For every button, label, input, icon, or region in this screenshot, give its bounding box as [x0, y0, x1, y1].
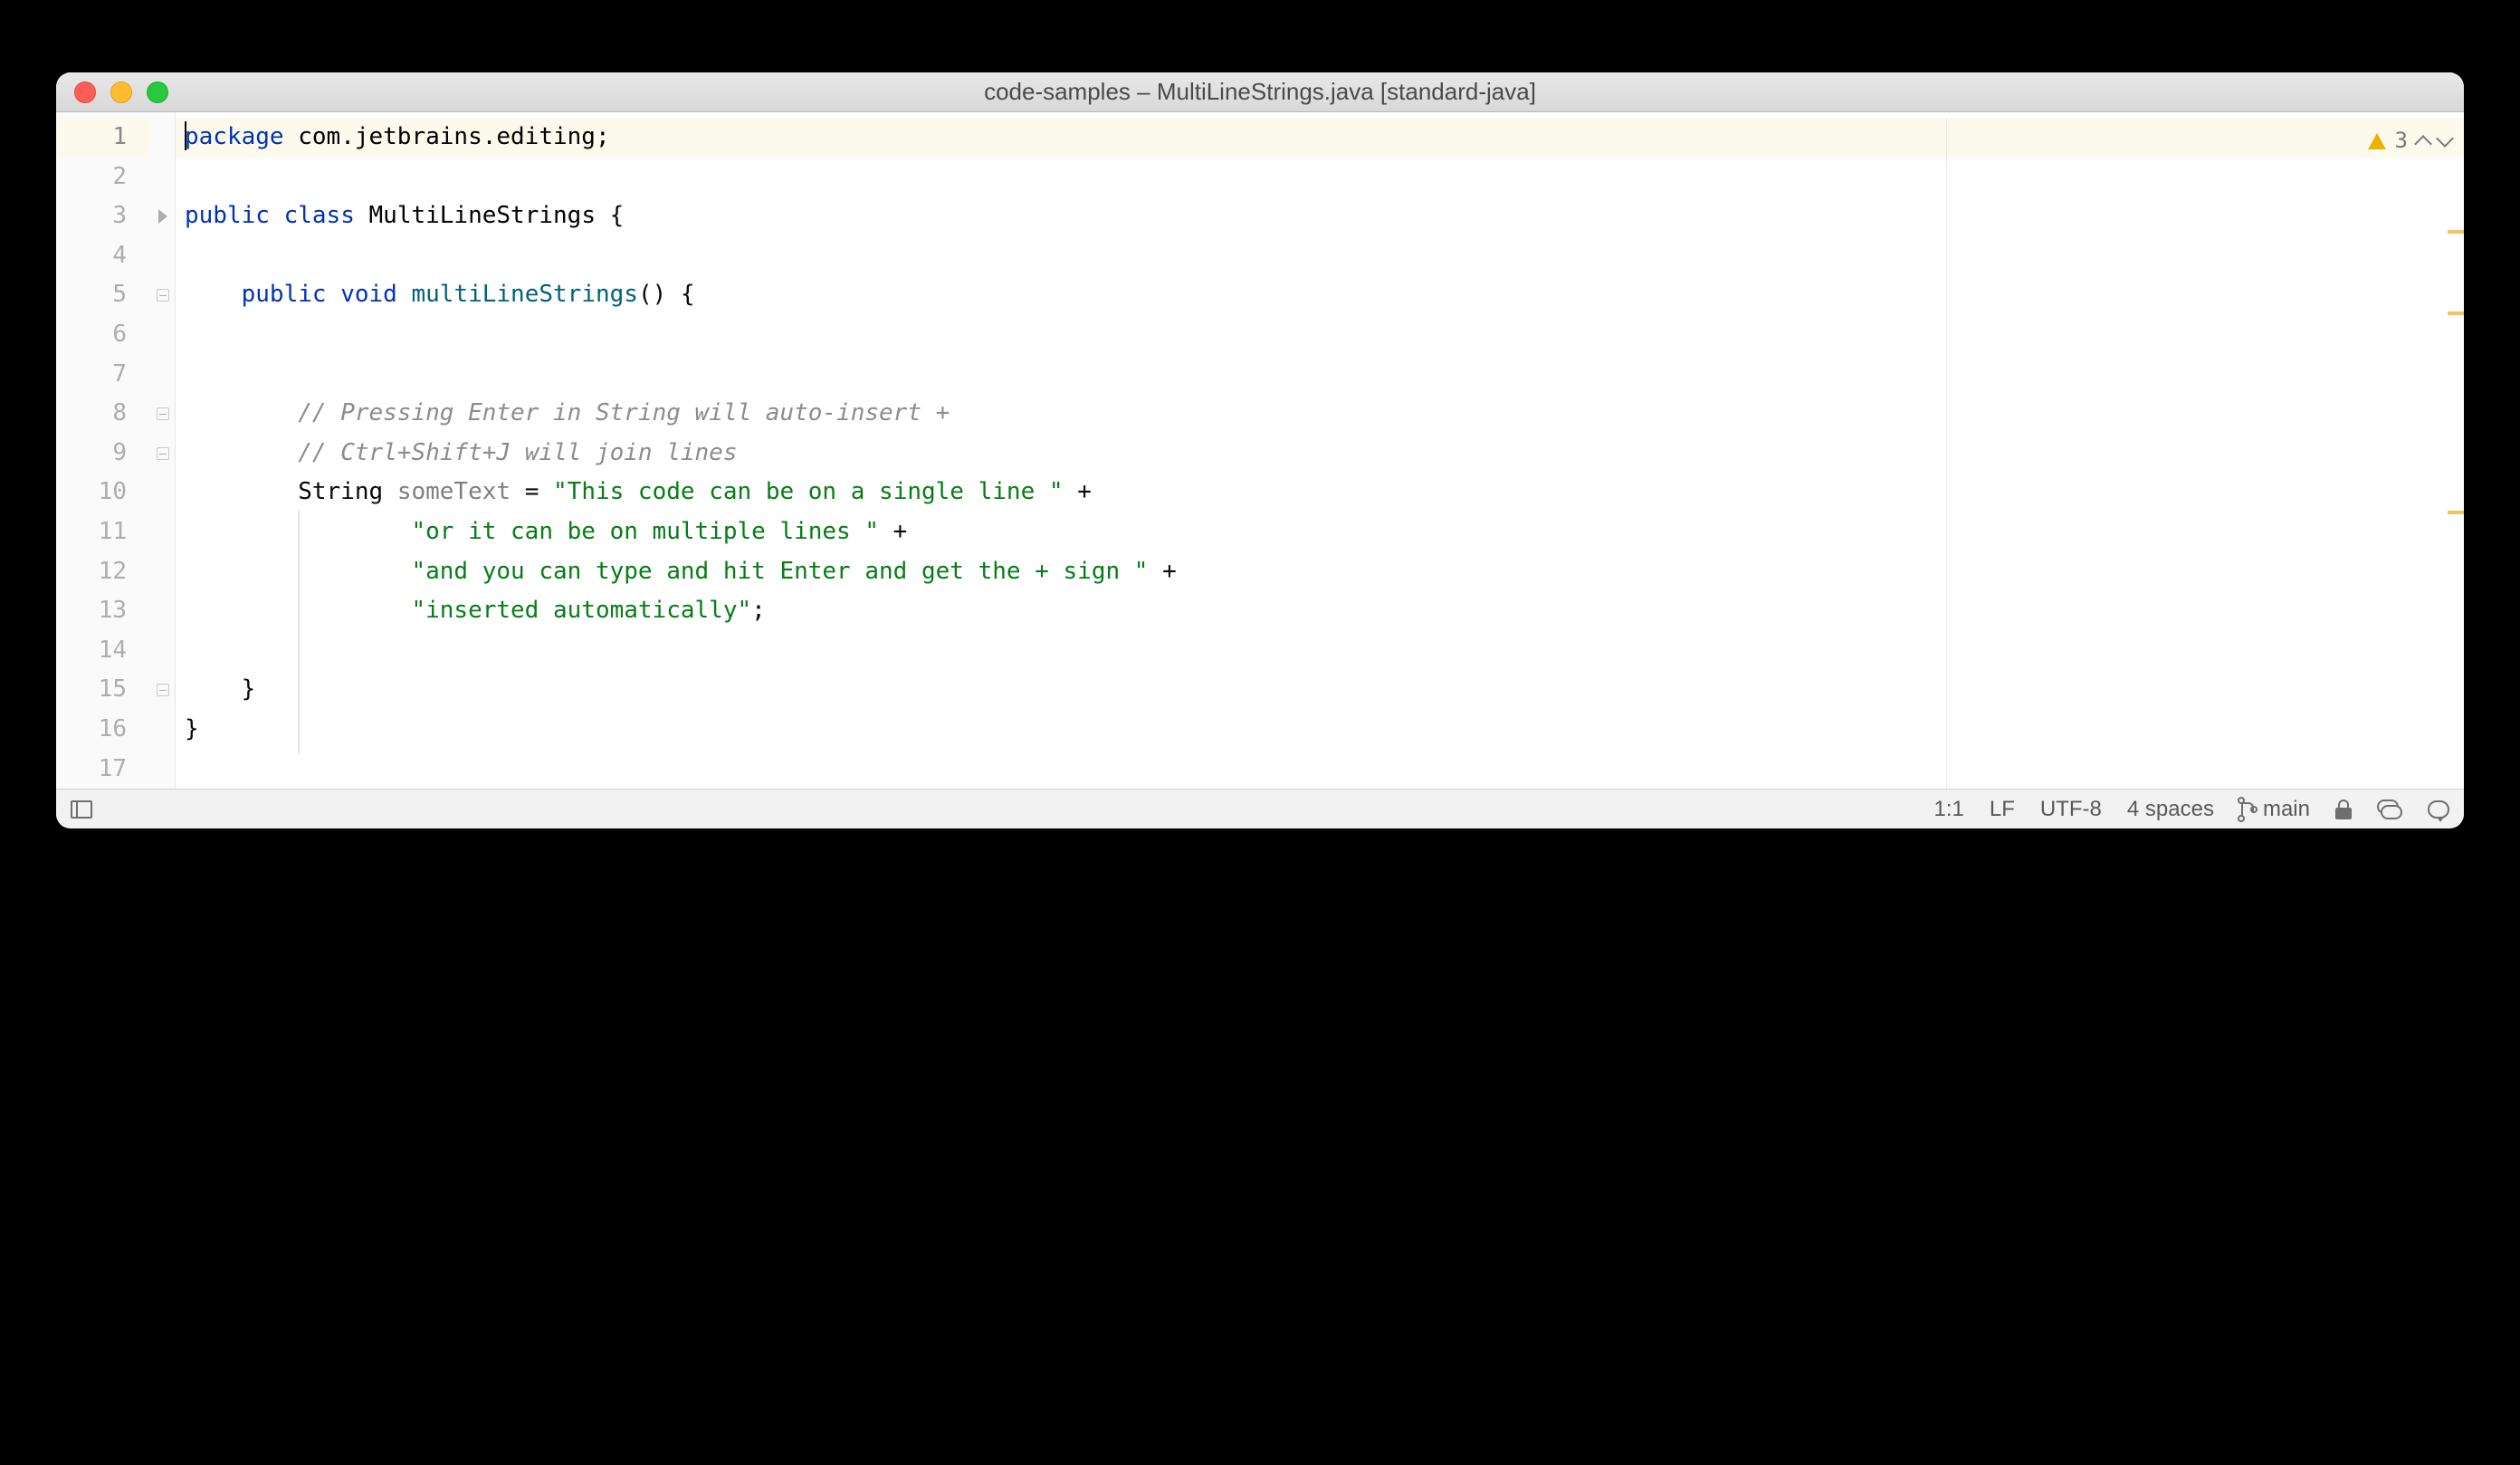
readonly-lock-icon[interactable]	[2335, 800, 2352, 819]
tool-windows-toggle-icon[interactable]	[71, 800, 92, 819]
warning-count: 3	[2395, 121, 2408, 161]
fold-collapse-icon[interactable]	[157, 407, 169, 420]
warning-marker[interactable]	[2448, 511, 2464, 514]
cursor-position[interactable]: 1:1	[1934, 797, 1964, 822]
fold-guide	[298, 511, 300, 753]
line-number-gutter[interactable]: 1 2 3 4 5 6 7 8 9 10 11 12 13 14 15 16 1…	[56, 112, 150, 789]
line-number[interactable]: 9	[56, 434, 150, 474]
code-line[interactable]: // Ctrl+Shift+J will join lines	[185, 434, 2464, 474]
error-stripe[interactable]	[2446, 112, 2464, 789]
line-number[interactable]: 14	[56, 631, 150, 671]
window-title: code-samples – MultiLineStrings.java [st…	[984, 78, 1536, 106]
code-line[interactable]	[185, 315, 2464, 355]
code-line[interactable]	[185, 355, 2464, 395]
line-number[interactable]: 5	[56, 275, 150, 315]
file-encoding[interactable]: UTF-8	[2040, 797, 2102, 822]
right-margin-line	[1946, 118, 1947, 789]
git-branch-widget[interactable]: main	[2239, 797, 2310, 822]
branch-icon	[2239, 799, 2256, 820]
line-number[interactable]: 1	[56, 118, 150, 158]
inspection-widget[interactable]: 3	[2368, 121, 2451, 161]
code-line[interactable]: "inserted automatically";	[185, 591, 2464, 631]
indent-setting[interactable]: 4 spaces	[2127, 797, 2214, 822]
line-separator[interactable]: LF	[1990, 797, 2015, 822]
text-cursor	[185, 121, 186, 150]
line-number[interactable]: 16	[56, 710, 150, 750]
line-number[interactable]: 12	[56, 552, 150, 592]
minimize-window-button[interactable]	[110, 81, 132, 103]
close-window-button[interactable]	[74, 81, 96, 103]
line-number[interactable]: 4	[56, 236, 150, 276]
fold-collapse-icon[interactable]	[157, 684, 169, 696]
line-number[interactable]: 17	[56, 750, 150, 790]
status-bar: 1:1 LF UTF-8 4 spaces main	[56, 789, 2464, 828]
prev-highlight-button[interactable]	[2414, 135, 2432, 153]
fold-arrow-icon[interactable]	[158, 209, 167, 224]
warning-icon	[2368, 133, 2386, 149]
code-line[interactable]: }	[185, 670, 2464, 710]
ide-window: code-samples – MultiLineStrings.java [st…	[56, 72, 2464, 828]
code-line[interactable]: package com.jetbrains.editing;	[176, 118, 2464, 158]
titlebar[interactable]: code-samples – MultiLineStrings.java [st…	[56, 72, 2464, 112]
fold-gutter[interactable]	[150, 112, 176, 789]
code-line[interactable]: "and you can type and hit Enter and get …	[185, 552, 2464, 592]
editor: 1 2 3 4 5 6 7 8 9 10 11 12 13 14 15 16 1…	[56, 112, 2464, 789]
code-line[interactable]	[185, 158, 2464, 197]
line-number[interactable]: 10	[56, 473, 150, 512]
line-number[interactable]: 6	[56, 315, 150, 355]
code-line[interactable]	[185, 236, 2464, 276]
fold-collapse-icon[interactable]	[157, 289, 169, 302]
warning-marker[interactable]	[2448, 230, 2464, 234]
warning-marker[interactable]	[2448, 311, 2464, 315]
code-line[interactable]: }	[185, 710, 2464, 750]
fold-collapse-icon[interactable]	[157, 447, 169, 460]
code-line[interactable]	[185, 750, 2464, 790]
line-number[interactable]: 8	[56, 394, 150, 434]
code-line[interactable]: "or it can be on multiple lines " +	[185, 512, 2464, 552]
branch-name: main	[2263, 797, 2310, 822]
zoom-window-button[interactable]	[147, 81, 168, 103]
line-number[interactable]: 3	[56, 196, 150, 236]
code-line[interactable]: // Pressing Enter in String will auto-in…	[185, 394, 2464, 434]
line-number[interactable]: 15	[56, 670, 150, 710]
window-controls	[74, 81, 168, 103]
code-line[interactable]: public void multiLineStrings() {	[185, 275, 2464, 315]
code-line[interactable]: public class MultiLineStrings {	[185, 196, 2464, 236]
line-number[interactable]: 2	[56, 158, 150, 197]
deploy-status-icon[interactable]	[2377, 800, 2402, 819]
code-area[interactable]: package com.jetbrains.editing; public cl…	[176, 112, 2464, 789]
code-line[interactable]: String someText = "This code can be on a…	[185, 473, 2464, 512]
line-number[interactable]: 7	[56, 355, 150, 395]
feedback-icon[interactable]	[2428, 800, 2449, 819]
line-number[interactable]: 13	[56, 591, 150, 631]
line-number[interactable]: 11	[56, 512, 150, 552]
code-line[interactable]	[185, 631, 2464, 671]
